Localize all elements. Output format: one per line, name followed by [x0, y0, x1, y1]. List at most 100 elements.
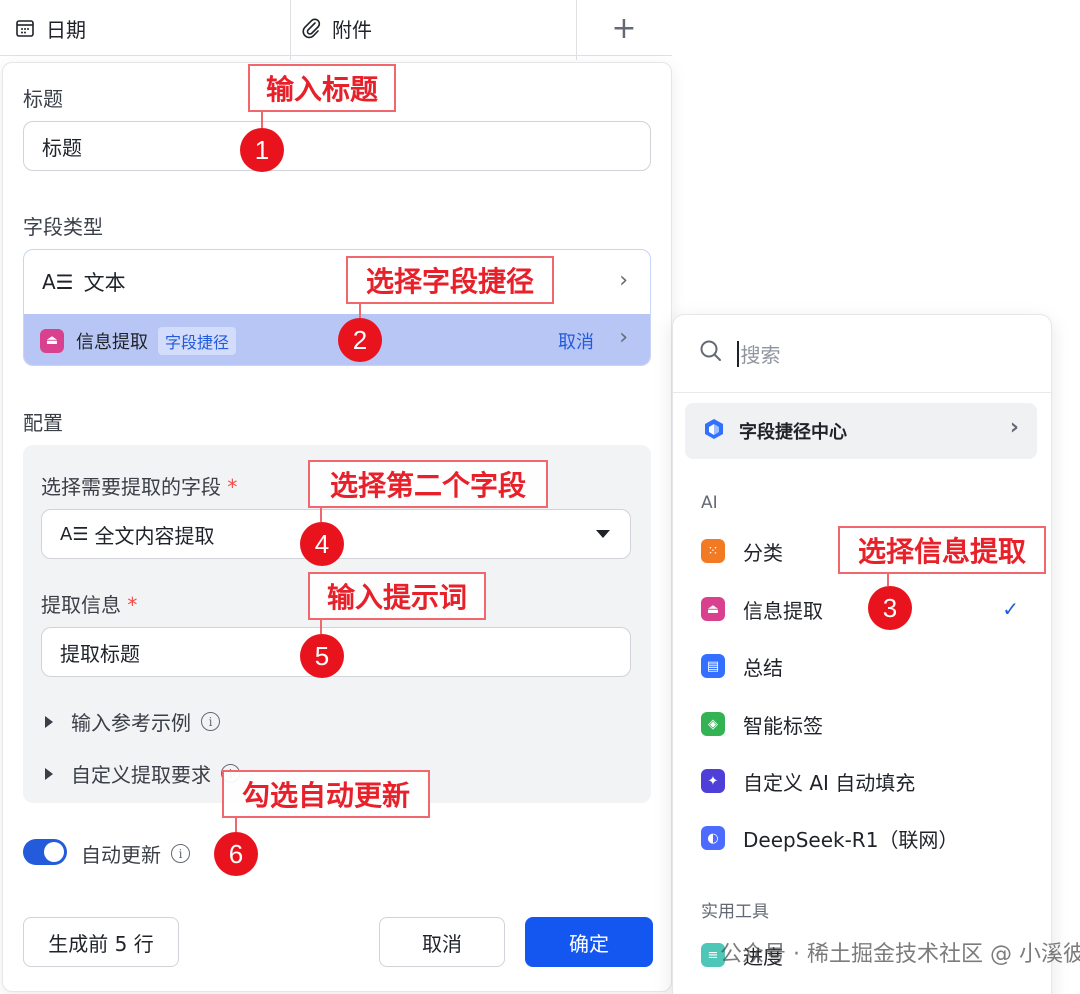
- title-input-value: 标题: [42, 135, 82, 160]
- checkmark-icon: ✓: [1002, 597, 1019, 621]
- shortcut-item-label: 信息提取: [743, 598, 823, 623]
- section-tools-title: 实用工具: [701, 902, 769, 922]
- paperclip-icon: [300, 17, 322, 39]
- info-extract-icon: ⏏: [701, 597, 725, 621]
- shortcut-center-icon: [703, 418, 725, 445]
- column-divider: [290, 0, 291, 60]
- chevron-right-icon: ›: [619, 325, 628, 350]
- annotation-2-line: [359, 304, 361, 318]
- auto-update-row: 自动更新 i: [81, 839, 190, 868]
- column-date[interactable]: 日期: [14, 0, 284, 56]
- calendar-icon: [14, 17, 36, 39]
- grid-icon: ⁙: [701, 539, 725, 563]
- summary-icon: ▤: [701, 654, 725, 678]
- source-field-label: 选择需要提取的字段 *: [41, 471, 237, 500]
- annotation-4-line: [320, 508, 322, 522]
- add-column-button[interactable]: +: [576, 0, 672, 56]
- annotation-6-line: [235, 818, 237, 832]
- title-input[interactable]: 标题: [23, 121, 651, 171]
- shortcut-item-deepseek[interactable]: ◐ DeepSeek-R1（联网）: [701, 818, 1031, 858]
- reference-examples-label: 输入参考示例: [71, 711, 191, 735]
- caret-right-icon: [45, 715, 53, 728]
- annotation-4-box: 选择第二个字段: [308, 460, 548, 508]
- annotation-3-line: [887, 574, 889, 586]
- field-type-value: 文本: [83, 271, 126, 295]
- auto-update-toggle[interactable]: [23, 839, 67, 865]
- shortcut-item-smart-tag[interactable]: ◈ 智能标签: [701, 704, 1031, 744]
- shortcut-item-info-extract[interactable]: ⏏ 信息提取 ✓: [701, 589, 1031, 629]
- annotation-1-box: 输入标题: [248, 64, 396, 112]
- extract-info-label: 提取信息 *: [41, 589, 137, 618]
- info-icon[interactable]: i: [171, 844, 190, 863]
- shortcut-item-label: 总结: [743, 655, 783, 680]
- source-field-label-text: 选择需要提取的字段: [41, 475, 221, 499]
- section-ai-title: AI: [701, 493, 718, 513]
- shortcut-item-label: DeepSeek-R1（联网）: [743, 827, 959, 852]
- step-5-badge: 5: [300, 634, 344, 678]
- cancel-label: 取消: [422, 931, 462, 956]
- step-6-badge: 6: [214, 832, 258, 876]
- column-attachment-label: 附件: [332, 17, 372, 42]
- custom-requirements-label: 自定义提取要求: [71, 763, 211, 787]
- extract-info-label-text: 提取信息: [41, 593, 121, 617]
- annotation-5-line: [320, 620, 322, 634]
- required-mark: *: [127, 593, 138, 617]
- shortcut-item-label: 自定义 AI 自动填充: [743, 770, 916, 795]
- shortcut-tag: 字段捷径: [158, 326, 237, 355]
- info-extract-icon: ⏏: [40, 328, 64, 353]
- step-1-badge: 1: [240, 128, 284, 172]
- dropdown-arrow-icon: [596, 530, 610, 538]
- shortcut-item-label: 分类: [743, 540, 783, 565]
- chevron-right-icon: ›: [1009, 415, 1019, 440]
- column-date-label: 日期: [46, 17, 86, 42]
- required-mark: *: [227, 475, 238, 499]
- shortcut-item-custom-ai[interactable]: ✦ 自定义 AI 自动填充: [701, 761, 1031, 801]
- custom-requirements-toggle[interactable]: 自定义提取要求 i: [45, 759, 240, 788]
- text-type-icon: A☰: [42, 270, 74, 294]
- generate-preview-button[interactable]: 生成前 5 行: [23, 917, 179, 967]
- annotation-2-box: 选择字段捷径: [346, 256, 554, 304]
- watermark: 公众号 · 稀土掘金技术社区 @ 小溪彼岸: [720, 942, 1080, 967]
- confirm-label: 确定: [569, 931, 609, 956]
- field-type-row[interactable]: A☰ 文本 ›: [24, 250, 650, 314]
- caret-right-icon: [45, 767, 53, 780]
- text-type-icon: A☰: [60, 523, 89, 545]
- search-bar[interactable]: 搜索: [673, 315, 1051, 393]
- reference-examples-toggle[interactable]: 输入参考示例 i: [45, 707, 220, 736]
- chevron-right-icon: ›: [619, 268, 628, 293]
- step-3-badge: 3: [868, 586, 912, 630]
- shortcut-name: 信息提取: [76, 331, 148, 353]
- column-attachment[interactable]: 附件: [300, 0, 570, 56]
- step-2-badge: 2: [338, 318, 382, 362]
- shortcut-row[interactable]: ⏏ 信息提取 字段捷径 取消 ›: [24, 314, 650, 365]
- confirm-button[interactable]: 确定: [525, 917, 653, 967]
- annotation-5-box: 输入提示词: [308, 572, 486, 620]
- info-icon[interactable]: i: [201, 712, 220, 731]
- shortcut-item-label: 智能标签: [743, 713, 823, 738]
- field-type-label: 字段类型: [23, 215, 103, 239]
- step-4-badge: 4: [300, 522, 344, 566]
- plus-icon: +: [611, 10, 637, 46]
- text-cursor: [737, 340, 739, 367]
- shortcut-center-label: 字段捷径中心: [739, 422, 847, 443]
- auto-update-label: 自动更新: [81, 843, 161, 867]
- sparkle-icon: ✦: [701, 769, 725, 793]
- annotation-6-box: 勾选自动更新: [222, 770, 430, 818]
- shortcut-picker-popover: 搜索 字段捷径中心 › AI ⁙ 分类 ⏏ 信息提取 ✓ ▤ 总结 ◈ 智能标签…: [672, 314, 1052, 994]
- field-type-selector: A☰ 文本 › ⏏ 信息提取 字段捷径 取消 ›: [23, 249, 651, 366]
- title-label: 标题: [23, 87, 63, 111]
- shortcut-cancel-link[interactable]: 取消: [558, 328, 594, 354]
- shortcut-center-link[interactable]: 字段捷径中心 ›: [685, 403, 1037, 459]
- table-header: 日期 附件 +: [0, 0, 672, 60]
- search-input[interactable]: 搜索: [741, 339, 781, 368]
- deepseek-icon: ◐: [701, 826, 725, 850]
- extract-info-value: 提取标题: [60, 641, 140, 666]
- config-label: 配置: [23, 411, 63, 435]
- generate-preview-label: 生成前 5 行: [48, 931, 154, 956]
- annotation-1-line: [261, 112, 263, 128]
- search-icon: [699, 339, 723, 368]
- annotation-3-box: 选择信息提取: [838, 526, 1046, 574]
- source-field-value: 全文内容提取: [94, 523, 215, 548]
- shortcut-item-summary[interactable]: ▤ 总结: [701, 646, 1031, 686]
- cancel-button[interactable]: 取消: [379, 917, 505, 967]
